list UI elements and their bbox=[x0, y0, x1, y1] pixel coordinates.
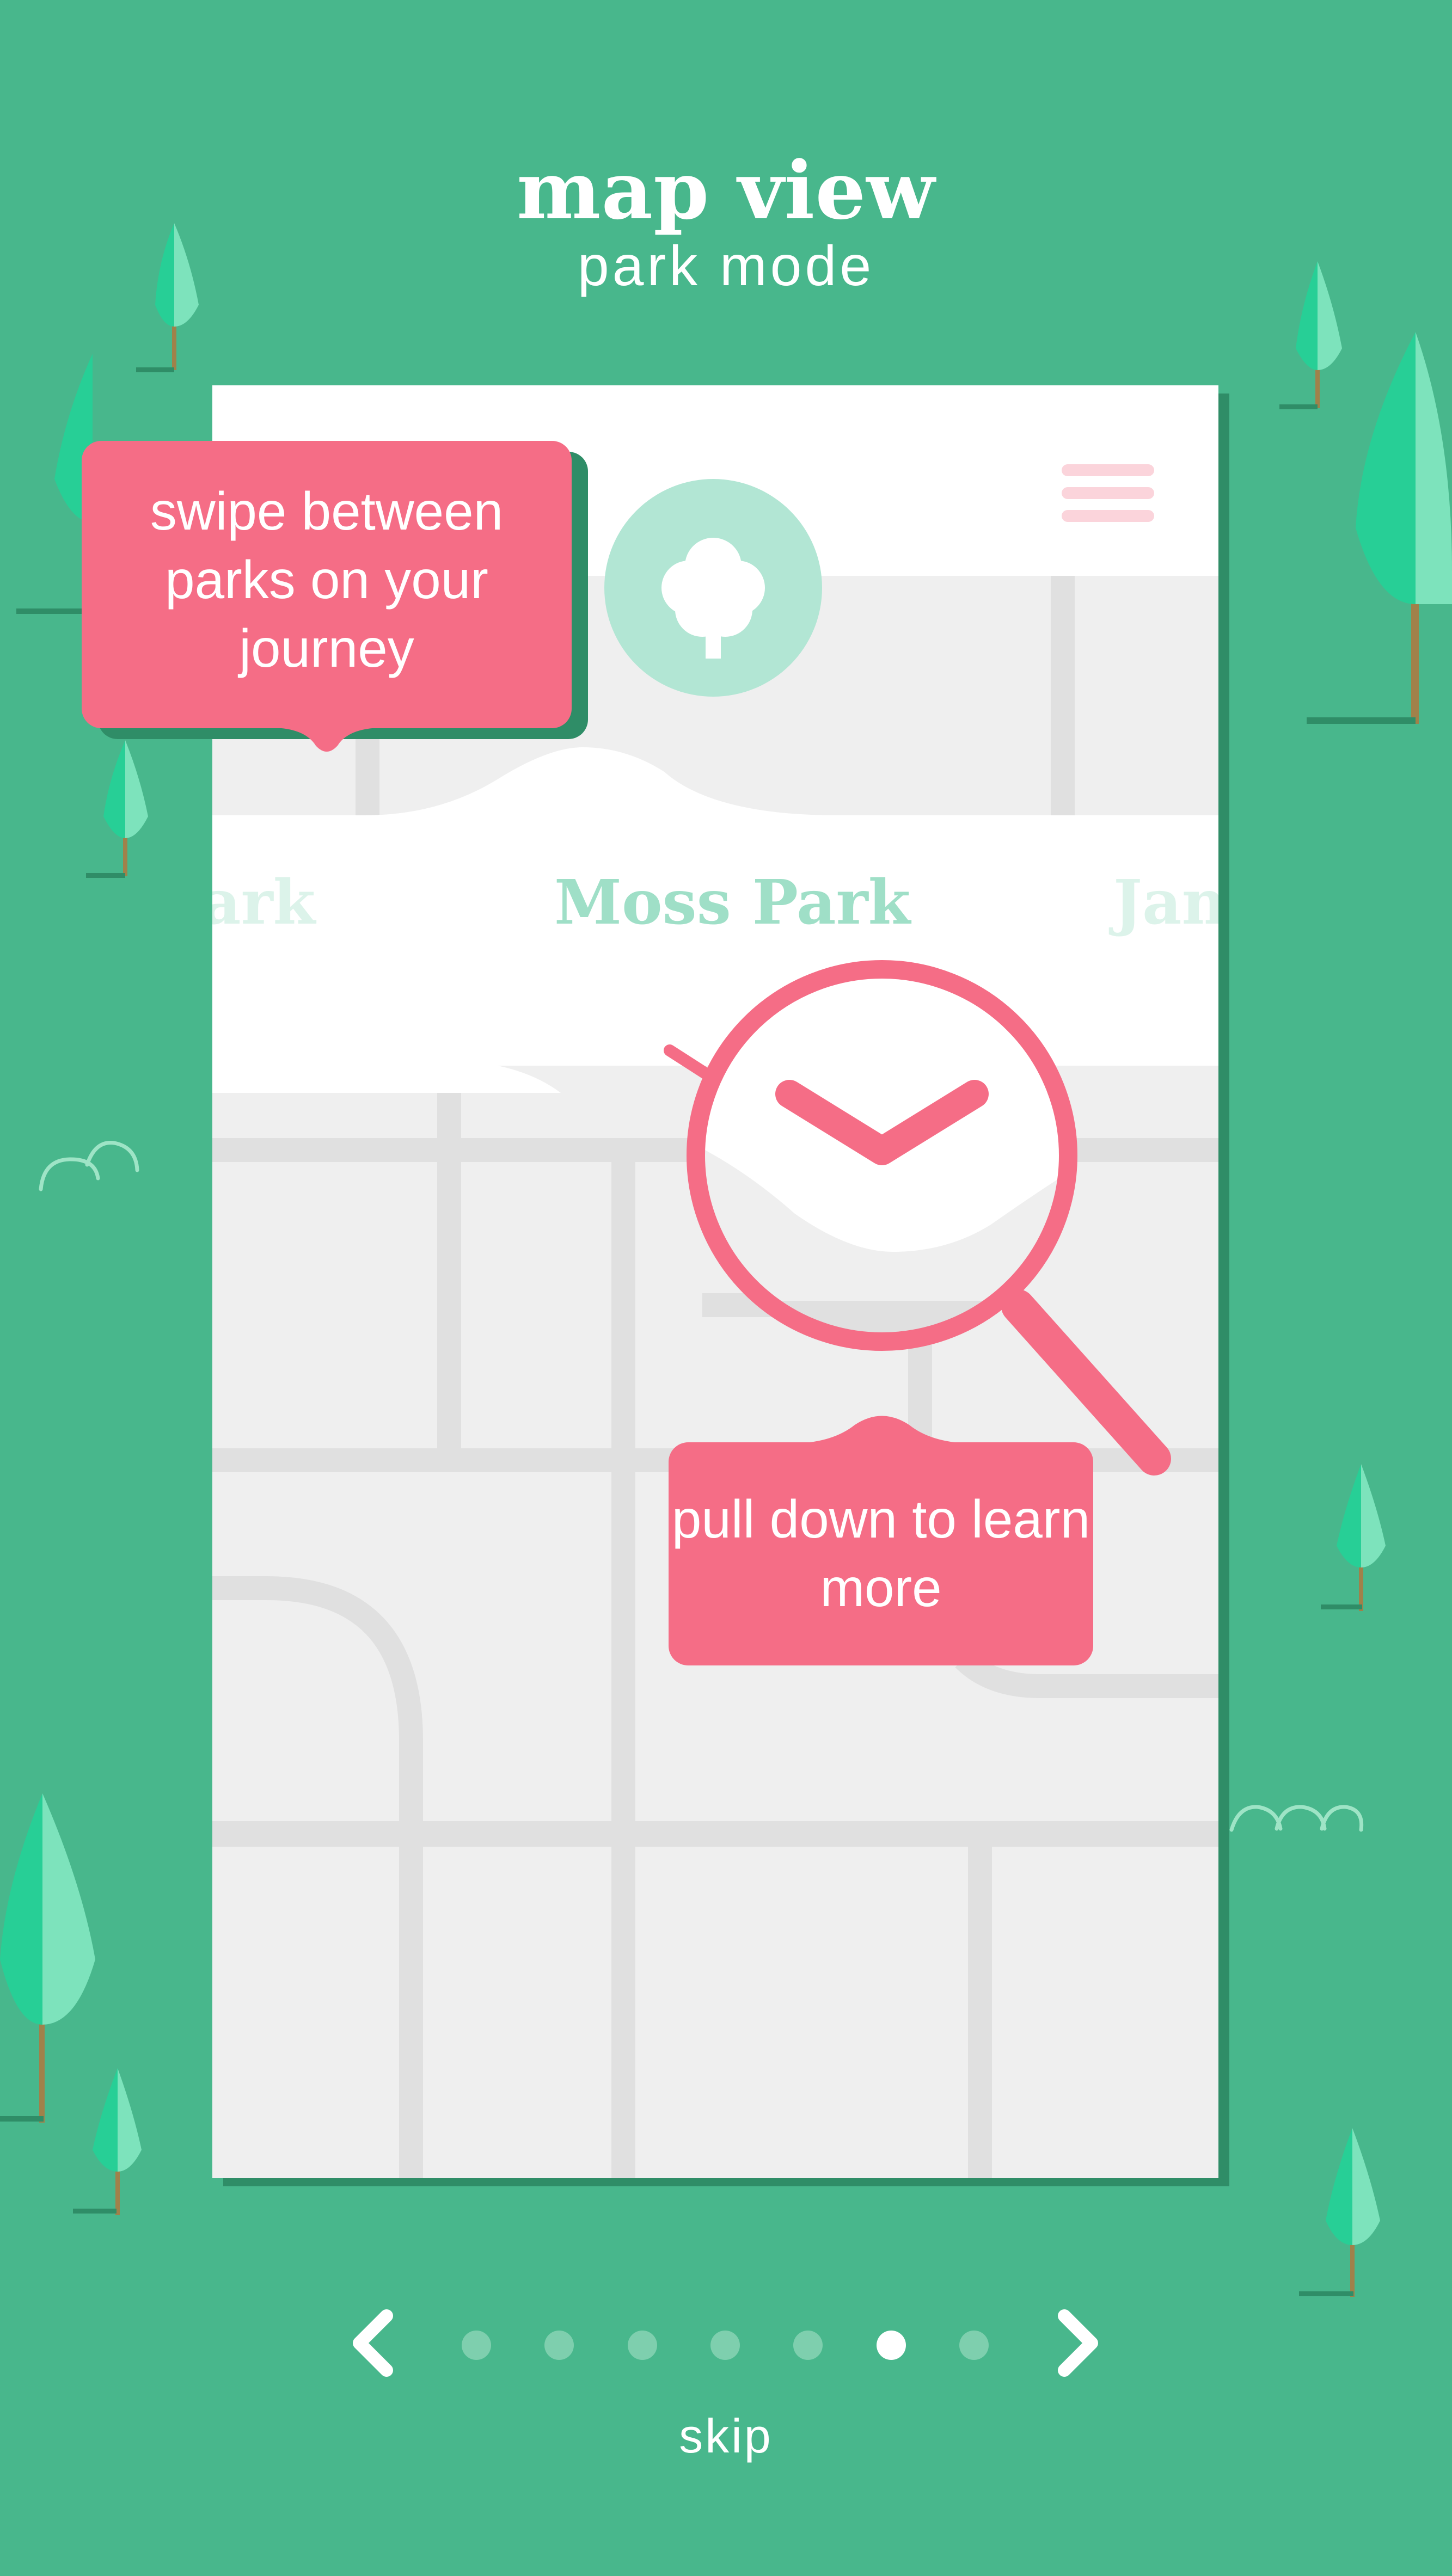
next-button[interactable] bbox=[1037, 2302, 1119, 2384]
page-dot-2[interactable] bbox=[544, 2331, 574, 2360]
page-dot-6-active[interactable] bbox=[877, 2331, 906, 2360]
prev-button[interactable] bbox=[332, 2302, 414, 2384]
page-dot-7[interactable] bbox=[959, 2331, 989, 2360]
page-dot-3[interactable] bbox=[628, 2331, 657, 2360]
chevron-left-icon bbox=[353, 2309, 393, 2377]
page-dot-1[interactable] bbox=[462, 2331, 491, 2360]
chevron-right-icon bbox=[1058, 2309, 1098, 2377]
callout-pointer bbox=[272, 728, 969, 1443]
page-dot-4[interactable] bbox=[710, 2331, 740, 2360]
pull-callout-text: pull down to learn more bbox=[671, 1489, 1090, 1618]
page-dot-5[interactable] bbox=[793, 2331, 823, 2360]
skip-button[interactable]: skip bbox=[0, 2408, 1452, 2464]
pull-callout: pull down to learn more bbox=[669, 1442, 1093, 1665]
pager bbox=[0, 2302, 1452, 2384]
